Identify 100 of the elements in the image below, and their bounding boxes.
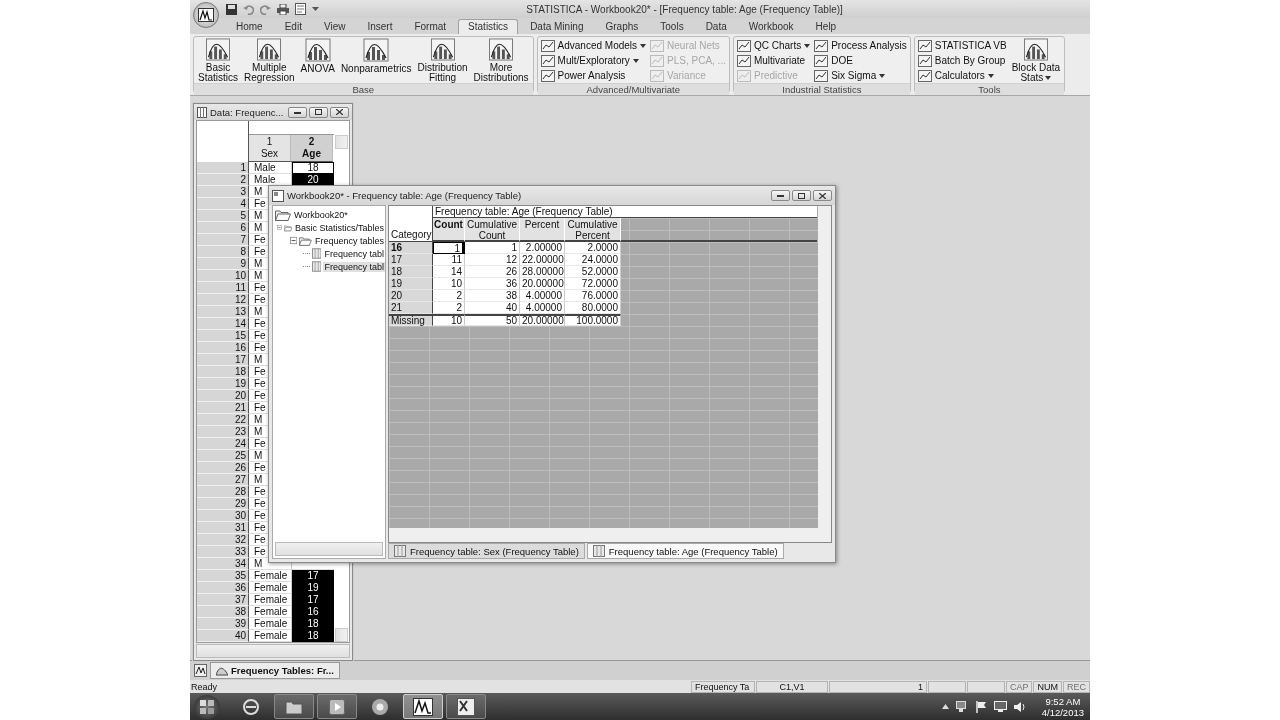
ribbon-button[interactable]: Multiple Regression [243, 38, 296, 83]
horizontal-scrollbar[interactable] [196, 644, 350, 658]
row-header[interactable]: 17 [389, 254, 433, 266]
save-icon[interactable] [226, 3, 237, 15]
tree-item[interactable]: Basic Statistics/Tables [293, 222, 385, 233]
maximize-button[interactable] [792, 190, 811, 201]
ribbon-button[interactable]: Multivariate [736, 53, 811, 68]
row-number[interactable]: 14 [197, 318, 249, 330]
collapse-icon[interactable] [290, 236, 298, 245]
row-number[interactable]: 38 [197, 606, 249, 618]
print-icon[interactable] [277, 3, 289, 15]
tree-item[interactable]: Workbook20* [293, 209, 349, 220]
ribbon-button[interactable]: More Distributions [472, 38, 530, 83]
row-number[interactable]: 40 [197, 630, 249, 642]
maximize-button[interactable] [309, 106, 328, 118]
column-header[interactable]: 2 Age [291, 134, 333, 162]
taskbar-button[interactable] [446, 694, 486, 719]
app-menu-button[interactable] [193, 2, 219, 28]
close-button[interactable] [330, 106, 349, 118]
row-number[interactable]: 18 [197, 366, 249, 378]
row-number[interactable]: 32 [197, 534, 249, 546]
row-number[interactable]: 29 [197, 498, 249, 510]
wave-icon[interactable] [194, 664, 207, 677]
row-number[interactable]: 8 [197, 246, 249, 258]
row-number[interactable]: 35 [197, 570, 249, 582]
taskbar-button[interactable] [403, 694, 443, 719]
row-number[interactable]: 27 [197, 474, 249, 486]
row-number[interactable]: 28 [197, 486, 249, 498]
row-number[interactable]: 23 [197, 426, 249, 438]
minimize-button[interactable] [288, 106, 307, 118]
sheet-tab[interactable]: Frequency table: Age (Frequency Table) [586, 543, 784, 559]
ribbon-button[interactable]: Distribution Fitting [416, 38, 469, 83]
menu-tab[interactable]: Data [695, 19, 737, 34]
menu-tab[interactable]: Workbook [738, 19, 804, 34]
row-number[interactable]: 31 [197, 522, 249, 534]
column-header[interactable]: Cumulative Percent [565, 218, 621, 242]
row-header[interactable]: 19 [389, 278, 433, 290]
menu-tab[interactable]: View [313, 19, 356, 34]
ribbon-button[interactable]: ANOVA [299, 38, 336, 83]
redo-icon[interactable] [260, 3, 271, 15]
row-header[interactable]: Missing [389, 314, 433, 326]
page-icon[interactable] [295, 3, 306, 15]
menu-tab[interactable]: Data Mining [520, 19, 594, 34]
column-header[interactable]: Percent [520, 218, 565, 242]
ribbon-button[interactable]: QC Charts [736, 38, 811, 53]
taskbar-button[interactable] [317, 694, 357, 719]
caret-icon[interactable] [312, 6, 319, 12]
flag-icon[interactable] [975, 700, 987, 713]
row-number[interactable]: 2 [197, 174, 249, 186]
row-number[interactable]: 1 [197, 162, 249, 174]
menu-tab[interactable]: Graphs [595, 19, 649, 34]
ribbon-button[interactable]: Basic Statistics [197, 38, 239, 83]
minimize-button[interactable] [771, 190, 790, 201]
row-number[interactable]: 15 [197, 330, 249, 342]
row-number[interactable]: 30 [197, 510, 249, 522]
row-number[interactable]: 37 [197, 594, 249, 606]
ribbon-button[interactable]: STATISTICA VB [917, 38, 1007, 53]
row-number[interactable]: 13 [197, 306, 249, 318]
network-icon[interactable] [955, 700, 969, 713]
ribbon-button[interactable]: Process Analysis [814, 38, 907, 53]
row-number[interactable]: 24 [197, 438, 249, 450]
row-number[interactable]: 36 [197, 582, 249, 594]
clock[interactable]: 9:52 AM 4/12/2013 [1041, 695, 1084, 718]
ribbon-button[interactable]: Six Sigma [814, 68, 907, 83]
horizontal-scrollbar[interactable] [389, 528, 831, 542]
monitor-icon[interactable] [993, 700, 1007, 713]
start-button[interactable] [194, 694, 220, 719]
row-number[interactable]: 4 [197, 198, 249, 210]
column-header[interactable]: Count [433, 218, 465, 242]
row-number[interactable]: 20 [197, 390, 249, 402]
row-number[interactable]: 22 [197, 414, 249, 426]
row-header[interactable]: 21 [389, 302, 433, 314]
row-number[interactable]: 17 [197, 354, 249, 366]
row-number[interactable]: 34 [197, 558, 249, 570]
row-number[interactable]: 12 [197, 294, 249, 306]
close-button[interactable] [813, 190, 832, 201]
menu-tab[interactable]: Edit [274, 19, 312, 34]
row-number[interactable]: 19 [197, 378, 249, 390]
row-number[interactable]: 21 [197, 402, 249, 414]
tree-item[interactable]: Frequency tabl [323, 248, 385, 259]
row-number[interactable]: 39 [197, 618, 249, 630]
menu-tab[interactable]: Home [226, 19, 273, 34]
window-tab[interactable]: Frequency Tables: Fr... [210, 662, 340, 679]
ribbon-button[interactable]: DOE [814, 53, 907, 68]
sheet-tab[interactable]: Frequency table: Sex (Frequency Table) [388, 543, 585, 559]
row-number[interactable]: 9 [197, 258, 249, 270]
ribbon-button[interactable]: Block Data Stats [1010, 38, 1062, 83]
row-number[interactable]: 16 [197, 342, 249, 354]
menu-tab[interactable]: Tools [650, 19, 694, 34]
horizontal-scrollbar[interactable] [275, 542, 383, 556]
ribbon-button[interactable]: Power Analysis [540, 68, 647, 83]
ribbon-button[interactable]: Advanced Models [540, 38, 647, 53]
row-number[interactable]: 33 [197, 546, 249, 558]
row-number[interactable]: 25 [197, 450, 249, 462]
column-header[interactable]: 1 Sex [249, 134, 291, 162]
menu-tab[interactable]: Statistics [458, 19, 519, 34]
undo-icon[interactable] [243, 3, 254, 15]
vertical-scrollbar[interactable] [818, 206, 831, 528]
column-header[interactable]: Cumulative Count [465, 218, 520, 242]
row-header[interactable]: 20 [389, 290, 433, 302]
